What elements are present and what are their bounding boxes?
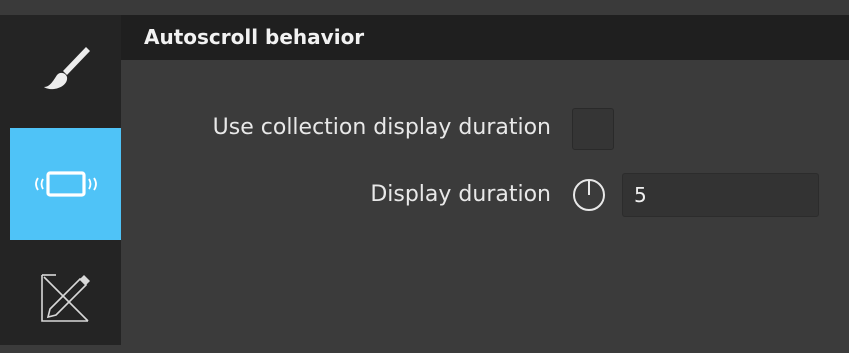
display-duration-label: Display duration <box>370 182 551 207</box>
sidebar-item-brush[interactable] <box>10 15 121 127</box>
edit-icon <box>36 267 96 327</box>
sidebar <box>0 15 121 345</box>
settings-panel: Use collection display duration Display … <box>121 60 849 345</box>
sidebar-item-autoscroll[interactable] <box>10 128 121 240</box>
section-title: Autoscroll behavior <box>144 25 365 49</box>
clock-icon <box>572 178 606 212</box>
use-collection-duration-label: Use collection display duration <box>212 115 551 140</box>
use-collection-duration-checkbox[interactable] <box>572 108 614 150</box>
autoscroll-icon <box>26 164 106 204</box>
sidebar-item-edit[interactable] <box>10 241 121 353</box>
brush-icon <box>36 41 96 101</box>
section-header: Autoscroll behavior <box>121 15 849 60</box>
top-bar <box>0 0 849 15</box>
display-duration-input[interactable] <box>622 173 819 217</box>
